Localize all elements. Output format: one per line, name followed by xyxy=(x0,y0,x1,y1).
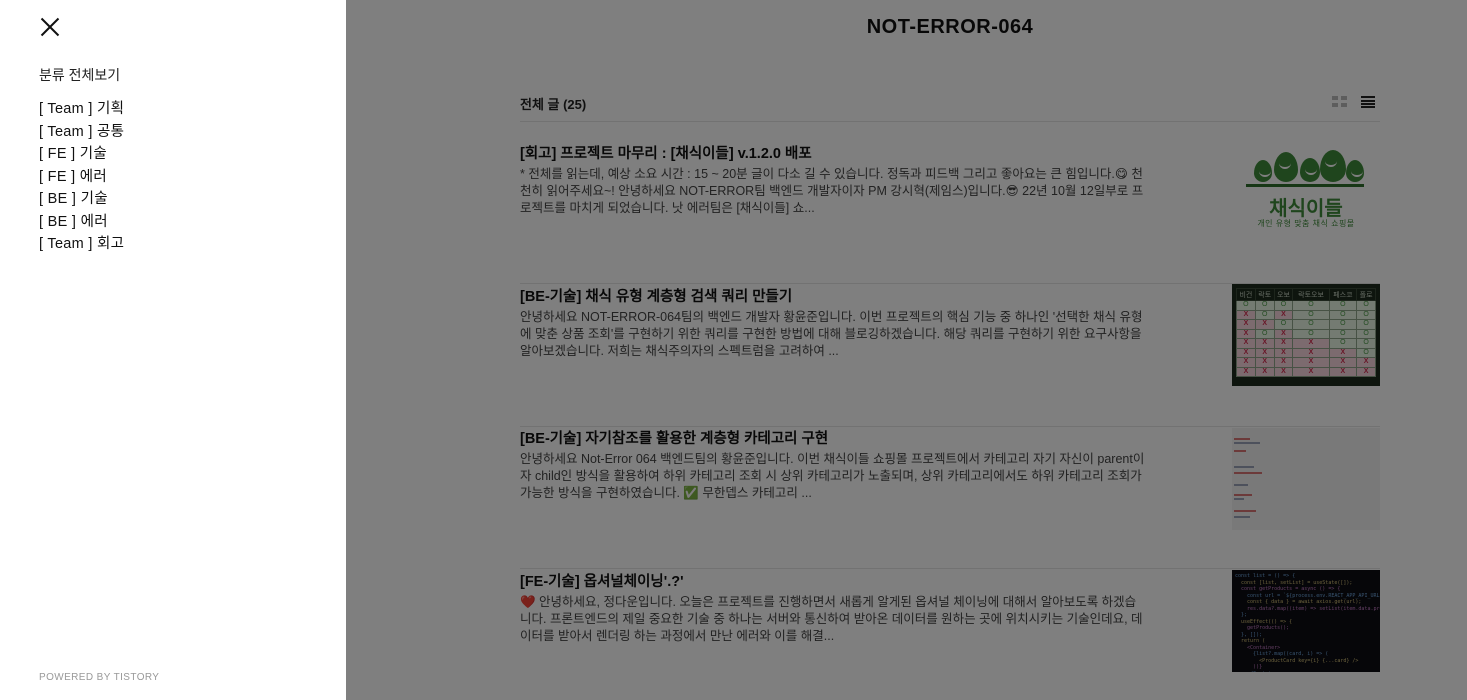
powered-by-label[interactable]: POWERED BY TISTORY xyxy=(39,672,159,683)
category-item-fe-error[interactable]: [ FE ] 에러 xyxy=(39,165,124,188)
close-icon[interactable] xyxy=(38,14,64,40)
category-list: [ Team ] 기획 [ Team ] 공통 [ FE ] 기술 [ FE ]… xyxy=(39,97,124,255)
category-item-be-tech[interactable]: [ BE ] 기술 xyxy=(39,187,124,210)
category-item-team-retro[interactable]: [ Team ] 회고 xyxy=(39,232,124,255)
category-item-be-error[interactable]: [ BE ] 에러 xyxy=(39,210,124,233)
category-item-team-common[interactable]: [ Team ] 공통 xyxy=(39,120,124,143)
dim-overlay[interactable] xyxy=(346,0,1467,700)
sidebar-menu: 분류 전체보기 [ Team ] 기획 [ Team ] 공통 [ FE ] 기… xyxy=(0,0,346,700)
category-item-team-planning[interactable]: [ Team ] 기획 xyxy=(39,97,124,120)
category-all-link[interactable]: 분류 전체보기 xyxy=(39,65,120,85)
category-item-fe-tech[interactable]: [ FE ] 기술 xyxy=(39,142,124,165)
